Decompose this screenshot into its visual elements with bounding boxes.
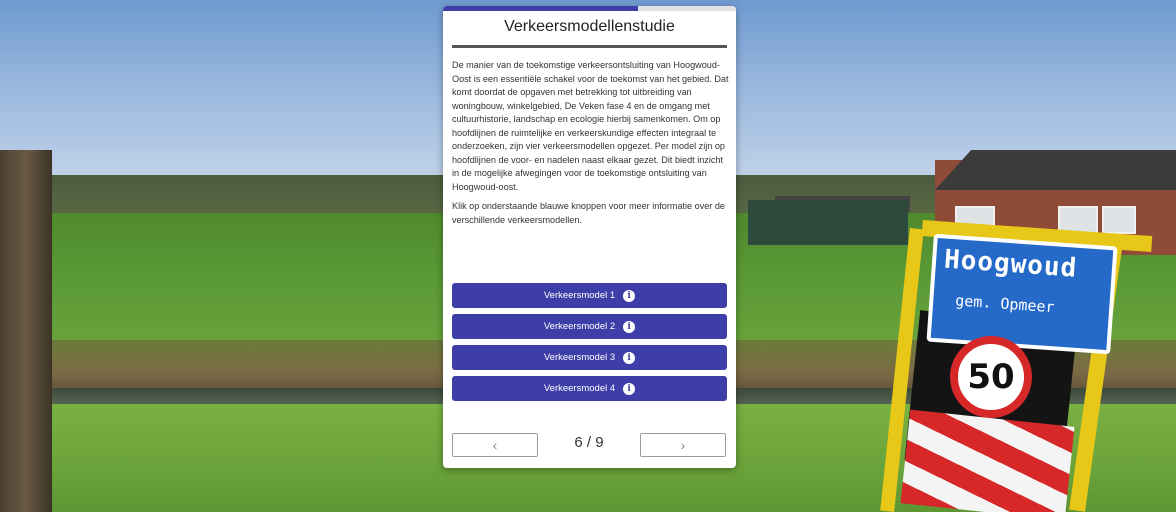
tree-trunk bbox=[0, 150, 52, 512]
progress-bar bbox=[443, 6, 736, 11]
info-icon: i bbox=[623, 320, 636, 333]
town-sign-name: Hoogwoud bbox=[943, 244, 1079, 284]
page-indicator: 6 / 9 bbox=[574, 434, 604, 451]
verkeersmodel-3-button[interactable]: Verkeersmodel 3 i bbox=[452, 345, 727, 370]
house-window bbox=[1102, 206, 1136, 234]
instruction-paragraph: Klik op onderstaande blauwe knoppen voor… bbox=[452, 201, 725, 225]
verkeersmodel-1-button[interactable]: Verkeersmodel 1 i bbox=[452, 283, 727, 308]
shed bbox=[748, 200, 908, 245]
chevron-left-icon: ‹ bbox=[492, 437, 498, 453]
progress-bar-fill bbox=[443, 6, 639, 11]
verkeersmodel-2-button[interactable]: Verkeersmodel 2 i bbox=[452, 314, 727, 339]
town-sign-municipality: gem. Opmeer bbox=[954, 291, 1056, 317]
title-divider bbox=[452, 45, 727, 48]
button-label: Verkeersmodel 2 bbox=[543, 321, 616, 332]
speed-limit-sign: 50 bbox=[950, 336, 1032, 418]
button-label: Verkeersmodel 4 bbox=[543, 383, 616, 394]
info-dialog: Verkeersmodellenstudie De manier van de … bbox=[443, 6, 736, 468]
info-icon: i bbox=[623, 351, 636, 364]
house-roof bbox=[935, 150, 1176, 190]
dialog-title: Verkeersmodellenstudie bbox=[504, 18, 675, 35]
button-label: Verkeersmodel 1 bbox=[543, 290, 616, 301]
info-icon: i bbox=[623, 289, 636, 302]
verkeersmodel-4-button[interactable]: Verkeersmodel 4 i bbox=[452, 376, 727, 401]
intro-paragraph: De manier van de toekomstige verkeersont… bbox=[452, 60, 729, 192]
previous-page-button[interactable]: ‹ bbox=[452, 433, 538, 457]
next-page-button[interactable]: › bbox=[640, 433, 726, 457]
dialog-body: De manier van de toekomstige verkeersont… bbox=[452, 59, 730, 233]
info-icon: i bbox=[623, 382, 636, 395]
chevron-right-icon: › bbox=[680, 437, 686, 453]
sign-stripes bbox=[900, 409, 1075, 512]
button-label: Verkeersmodel 3 bbox=[543, 352, 616, 363]
town-sign: Hoogwoud gem. Opmeer bbox=[926, 233, 1118, 355]
